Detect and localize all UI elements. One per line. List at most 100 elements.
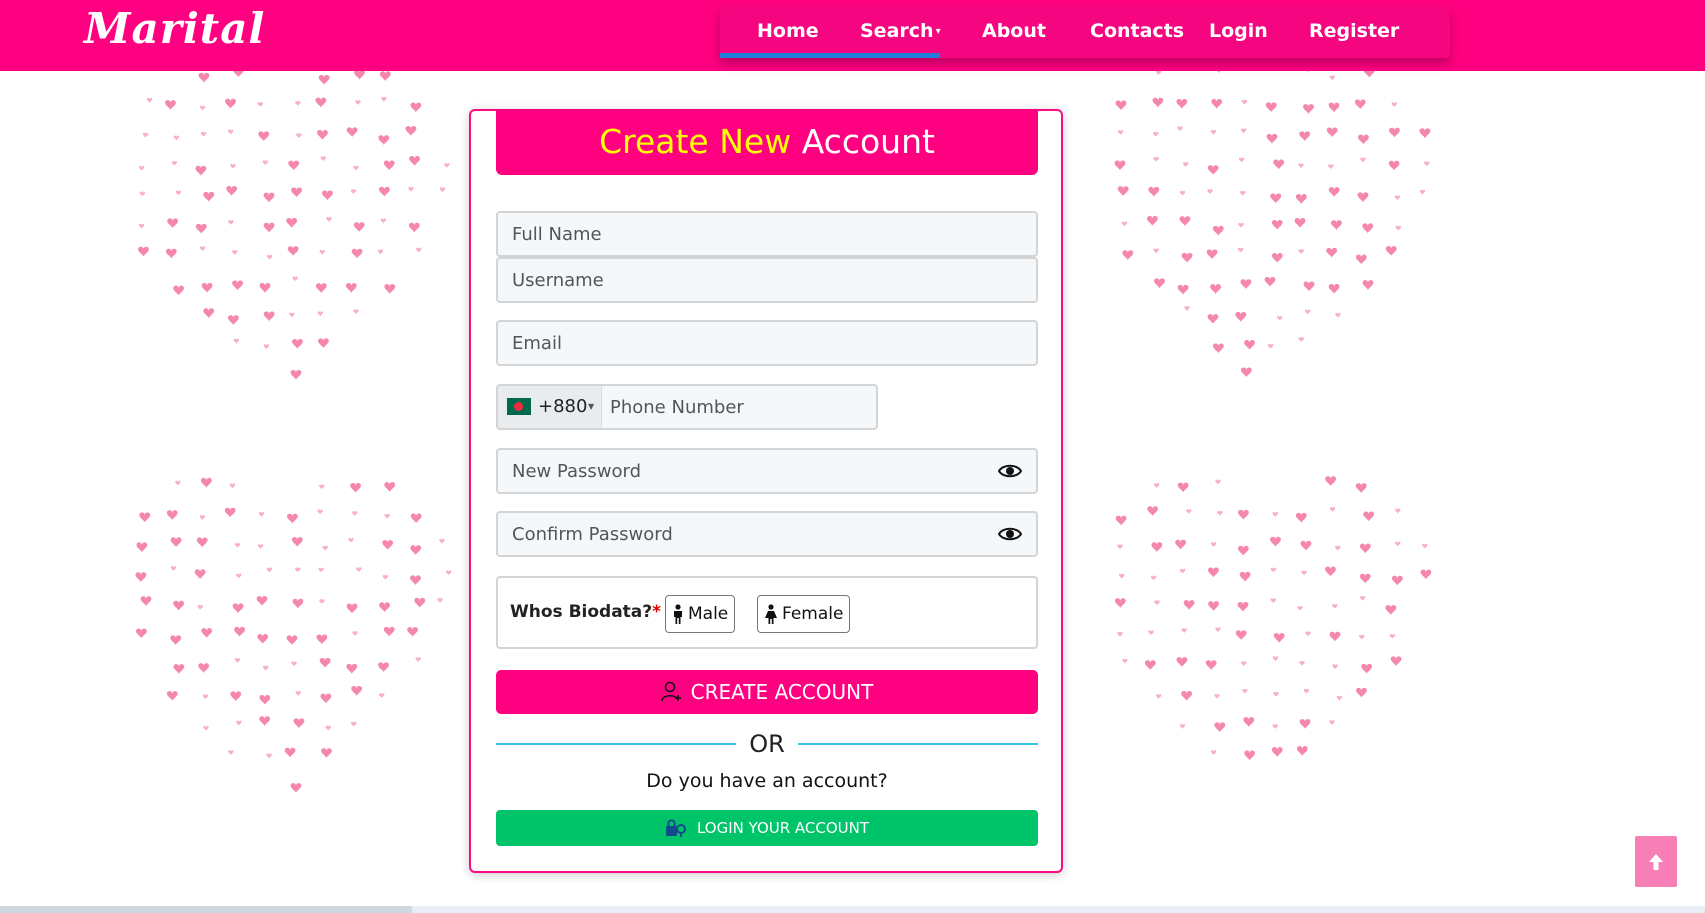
heart-decoration <box>170 537 182 548</box>
create-account-button[interactable]: CREATE ACCOUNT <box>496 670 1038 714</box>
heart-decoration <box>286 513 298 524</box>
heart-decoration <box>319 599 325 605</box>
heart-decoration <box>1303 104 1314 114</box>
heart-decoration <box>259 716 271 727</box>
heart-decoration <box>1391 575 1403 586</box>
heart-decoration <box>139 165 145 171</box>
heart-decoration <box>1363 71 1375 78</box>
heart-decoration <box>1390 656 1402 667</box>
female-button[interactable]: Female <box>757 595 851 633</box>
heart-decoration <box>1267 343 1274 349</box>
heart-decoration <box>200 131 207 137</box>
username-input[interactable] <box>498 259 1036 301</box>
heart-decoration <box>1241 99 1248 105</box>
heart-decoration <box>1305 71 1311 73</box>
add-user-icon <box>660 681 681 702</box>
bangladesh-flag-icon <box>507 398 531 415</box>
heart-decoration <box>142 132 149 138</box>
bottom-scrollbar-thumb[interactable] <box>0 906 412 913</box>
heart-decoration <box>1354 99 1366 110</box>
heart-decoration <box>287 246 299 257</box>
email-field <box>496 320 1038 366</box>
heart-decoration <box>1119 573 1125 579</box>
heart-decoration <box>315 283 327 294</box>
heart-decoration <box>286 218 298 228</box>
nav-search-label: Search <box>860 20 934 42</box>
heart-decoration <box>379 693 385 699</box>
login-account-button[interactable]: LOGIN YOUR ACCOUNT <box>496 810 1038 846</box>
heart-decoration <box>410 513 422 524</box>
heart-decoration <box>1179 724 1186 730</box>
heart-decoration <box>1210 542 1217 548</box>
full-name-input[interactable] <box>498 213 1036 255</box>
heart-decoration <box>1305 631 1311 637</box>
heart-decoration <box>1179 216 1191 227</box>
heart-decoration <box>383 626 395 637</box>
heart-decoration <box>1360 157 1366 163</box>
heart-decoration <box>346 603 358 614</box>
heart-decoration <box>256 596 268 606</box>
site-logo[interactable]: Marital <box>84 4 265 53</box>
eye-icon[interactable] <box>998 525 1022 543</box>
heart-decoration <box>1328 102 1340 113</box>
heart-decoration <box>203 191 215 202</box>
nav-login[interactable]: Login <box>1209 20 1268 42</box>
heart-decoration <box>1273 691 1279 697</box>
nav-contacts[interactable]: Contacts <box>1090 20 1184 42</box>
heart-decoration <box>1326 127 1338 138</box>
scroll-to-top-button[interactable] <box>1635 836 1677 887</box>
heart-decoration <box>1181 252 1193 263</box>
heart-decoration <box>257 544 264 550</box>
heart-decoration <box>293 718 305 729</box>
heart-decoration <box>1186 509 1192 515</box>
heart-decoration <box>266 567 273 573</box>
nav-about[interactable]: About <box>982 20 1046 42</box>
email-input[interactable] <box>498 322 1036 364</box>
nav-register[interactable]: Register <box>1309 20 1399 42</box>
heart-decoration <box>380 218 387 224</box>
heart-decoration <box>415 657 421 663</box>
heart-decoration <box>262 665 269 671</box>
heart-decoration <box>1238 247 1244 253</box>
nav-home[interactable]: Home <box>757 20 819 42</box>
confirm-password-input[interactable] <box>498 513 1036 555</box>
heart-decoration <box>1117 186 1129 197</box>
heart-decoration <box>1265 102 1277 113</box>
heart-decoration <box>1207 165 1219 176</box>
heart-decoration <box>1264 276 1276 287</box>
heart-decoration <box>317 509 323 515</box>
heart-decoration <box>410 545 422 556</box>
heart-decoration <box>1299 131 1311 142</box>
heart-decoration <box>289 312 295 318</box>
heart-decoration <box>230 691 242 702</box>
heart-decoration <box>1240 128 1247 134</box>
main-nav: Home Search ▾ About Contacts Login Regist… <box>720 6 1450 58</box>
heart-decoration <box>353 165 359 171</box>
male-button[interactable]: Male <box>665 595 736 633</box>
nav-search[interactable]: Search ▾ <box>860 20 941 42</box>
or-divider: OR <box>496 728 1038 760</box>
heart-decoration <box>135 572 147 583</box>
heart-decoration <box>1240 190 1246 196</box>
heart-decoration <box>318 74 330 85</box>
heart-decoration <box>232 280 243 291</box>
phone-number-input[interactable] <box>602 386 876 428</box>
heart-decoration <box>1270 536 1281 547</box>
heart-decoration <box>437 597 443 603</box>
heart-decoration <box>232 603 244 614</box>
heart-decoration <box>1181 691 1193 701</box>
phone-field: +880 ▼ <box>496 384 878 430</box>
country-code-selector[interactable]: +880 ▼ <box>498 386 602 428</box>
heart-decoration <box>263 311 275 322</box>
heart-decoration <box>1122 250 1134 261</box>
new-password-input[interactable] <box>498 450 1036 492</box>
heart-decoration <box>195 223 207 234</box>
heart-decoration <box>229 483 236 489</box>
eye-icon[interactable] <box>998 462 1022 480</box>
heart-decoration <box>170 566 177 572</box>
heart-decoration <box>234 542 241 548</box>
heart-decoration <box>1217 510 1223 516</box>
heart-decoration <box>291 661 297 667</box>
heart-decoration <box>445 570 452 576</box>
heart-decoration <box>1389 633 1396 639</box>
